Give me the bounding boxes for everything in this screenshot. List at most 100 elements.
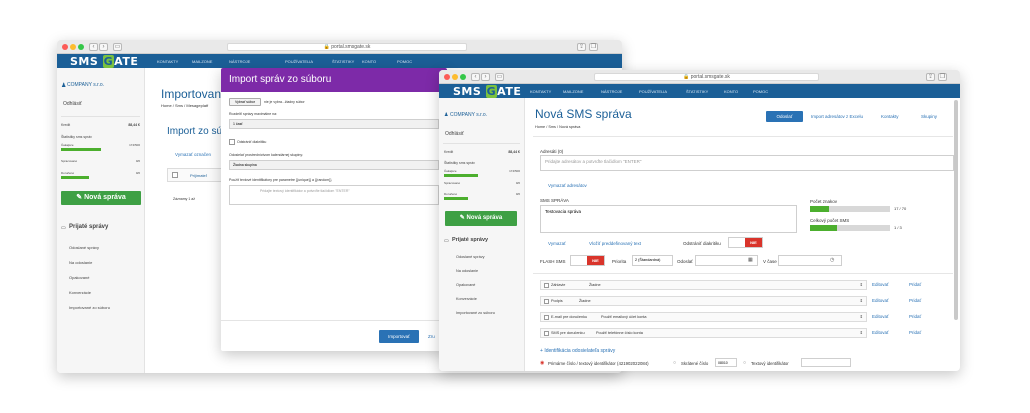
tabs-icon[interactable]: ❐ [938,73,947,81]
sender-identification-toggle[interactable]: + Identifikácia odosielateľa správy [540,348,615,354]
menu-pending[interactable]: Na odoslanie [69,260,92,265]
insert-predefined-button[interactable]: Vložiť preddefinovaný text [589,241,641,246]
page-scrollbar[interactable] [954,100,958,320]
nav-konto[interactable]: KONTO [362,59,376,64]
close-window-dot[interactable] [62,44,68,50]
contacts-button[interactable]: Kontakty [881,114,899,119]
groups-button[interactable]: Skupiny [921,114,937,119]
menu-conversations[interactable]: Konverzácie [69,290,91,295]
company-name[interactable]: COMPANY s.r.o. [67,82,104,88]
row-checkbox[interactable] [544,315,549,320]
menu-conversations[interactable]: Konverzácie [456,297,477,301]
brand-logo[interactable]: SMS GATE [453,85,521,98]
back-nav-icon[interactable]: ‹ [89,43,98,51]
radio-text-icon[interactable]: ○ [743,360,746,366]
maximize-window-dot[interactable] [460,74,466,80]
split-select[interactable]: 1 časť [229,119,439,129]
radio-text-label[interactable]: Textový identifikátor [751,361,789,366]
address-bar[interactable]: 🔒 portal.smsgate.sk [594,73,819,81]
clear-button[interactable]: Vymazať [548,241,566,246]
menu-repeated[interactable]: Opakované [456,283,475,287]
delete-marked-link[interactable]: Vymazať označen [175,152,211,157]
sender-group-select[interactable]: Žiadna skupina [229,160,439,170]
clock-icon[interactable]: ◷ [830,257,834,263]
received-messages-link[interactable]: Prijaté správy [69,224,108,230]
logout-link[interactable]: Odhlásiť [445,131,464,137]
nav-pomoc[interactable]: POMOC [753,89,768,94]
recipients-input[interactable]: Pridajte adresátov a potvrďte tlačidlom … [540,155,954,171]
select-all-checkbox[interactable] [172,172,178,178]
back-nav-icon[interactable]: ‹ [471,73,480,81]
edit-button[interactable]: Editovať [872,298,889,303]
import-button[interactable]: Importovať [379,330,419,343]
received-messages-link[interactable]: Prijaté správy [452,237,488,243]
edit-button[interactable]: Editovať [872,282,889,287]
brand-logo[interactable]: SMS GATE [70,55,138,68]
radio-short-label[interactable]: Skrátené číslo [681,361,708,366]
cancel-button[interactable]: Zru [428,334,435,339]
logout-link[interactable]: Odhlásiť [63,101,82,107]
menu-repeated[interactable]: Opakované [69,275,89,280]
row-value[interactable]: Žiadne [589,283,601,287]
nav-pouzivatelia[interactable]: POUŽÍVATELIA [285,59,313,64]
company-name[interactable]: COMPANY s.r.o. [450,112,487,118]
row-value[interactable]: Žiadne [579,299,591,303]
share-icon[interactable]: ⇪ [577,43,586,51]
add-button[interactable]: Pridať [909,330,921,335]
clear-recipients-button[interactable]: Vymazať adresátov [548,183,587,188]
add-button[interactable]: Pridať [909,314,921,319]
radio-primary-icon[interactable]: ◉ [540,360,544,366]
add-button[interactable]: Pridať [909,282,921,287]
close-window-dot[interactable] [444,74,450,80]
add-button[interactable]: Pridať [909,298,921,303]
nav-nastroje[interactable]: NÁSTROJE [229,59,250,64]
calendar-icon[interactable]: ▦ [748,257,753,263]
priority-select[interactable]: 2 (Štandardná) [632,255,673,266]
short-number-select[interactable]: 08010 [715,358,737,367]
minimize-window-dot[interactable] [452,74,458,80]
minimize-window-dot[interactable] [70,44,76,50]
row-checkbox[interactable] [544,331,549,336]
send-button[interactable]: Odoslať [766,111,803,122]
address-bar[interactable]: 🔒 portal.smsgate.sk [227,43,467,51]
menu-imported[interactable]: Importované zo súboru [69,305,110,310]
share-icon[interactable]: ⇪ [926,73,935,81]
edit-button[interactable]: Editovať [872,330,889,335]
tabs-icon[interactable]: ❐ [589,43,598,51]
nav-kontakty[interactable]: KONTAKTY [530,89,551,94]
row-value[interactable]: Použiť telefónne číslo konta [596,331,643,335]
forward-nav-icon[interactable]: › [99,43,108,51]
file-choose-button[interactable]: Vybrať súbor [229,98,261,106]
radio-short-icon[interactable]: ○ [673,360,676,366]
sidebar-toggle-icon[interactable]: ▭ [495,73,504,81]
text-identifier-input[interactable] [801,358,851,367]
menu-imported[interactable]: Importované zo súboru [456,311,495,315]
row-checkbox[interactable] [544,299,549,304]
nav-mailzone[interactable]: MAILZONE [192,59,212,64]
sms-textarea[interactable]: Testovacia správa [540,205,797,233]
nav-nastroje[interactable]: NÁSTROJE [601,89,622,94]
menu-sent[interactable]: Odoslané správy [456,255,485,259]
flash-sms-toggle[interactable]: NIE [570,255,605,266]
nav-mailzone[interactable]: MAILZONE [563,89,583,94]
diacritics-toggle[interactable]: NIE [728,237,763,248]
nav-kontakty[interactable]: KONTAKTY [157,59,178,64]
diacritics-checkbox[interactable] [229,139,235,145]
new-message-button[interactable]: ✎ Nová správa [61,191,141,205]
nav-statistiky[interactable]: ŠTATISTIKY [332,59,354,64]
nav-konto[interactable]: KONTO [724,89,738,94]
forward-nav-icon[interactable]: › [481,73,490,81]
edit-button[interactable]: Editovať [872,314,889,319]
nav-pouzivatelia[interactable]: POUŽÍVATELIA [639,89,667,94]
maximize-window-dot[interactable] [78,44,84,50]
row-checkbox[interactable] [544,283,549,288]
radio-primary-label[interactable]: Primárne číslo / textový identifikátor (… [548,361,649,366]
import-excel-button[interactable]: Import adresátov z Excelu [811,114,863,119]
nav-statistiky[interactable]: ŠTATISTIKY [686,89,708,94]
identifier-input[interactable]: Pridajte textový identifikátor a potvrďt… [229,185,439,205]
sidebar-toggle-icon[interactable]: ▭ [113,43,122,51]
nav-pomoc[interactable]: POMOC [397,59,412,64]
menu-sent[interactable]: Odoslané správy [69,245,99,250]
row-value[interactable]: Použiť emailový účet konta [601,315,647,319]
menu-pending[interactable]: Na odoslanie [456,269,478,273]
